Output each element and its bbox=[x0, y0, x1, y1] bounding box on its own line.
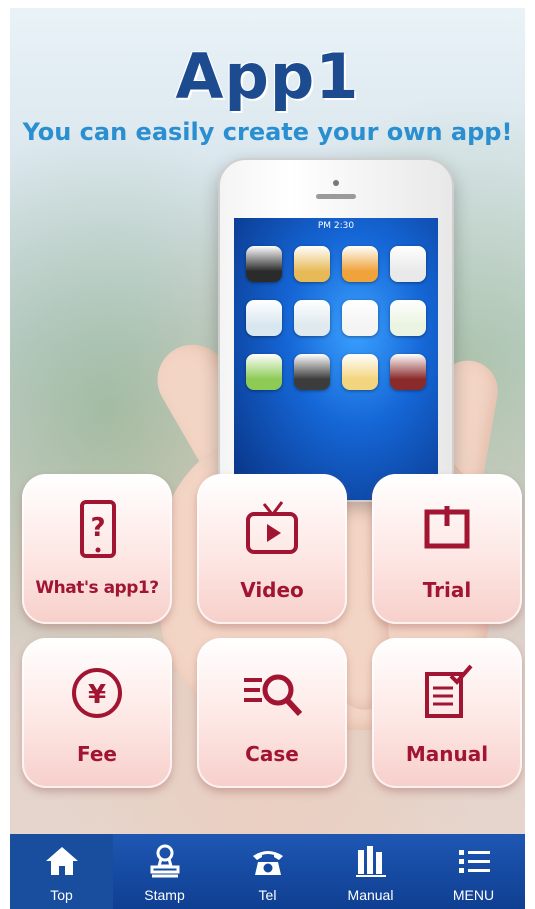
fee-button[interactable]: ¥ Fee bbox=[22, 638, 172, 788]
manual-label: Manual bbox=[405, 742, 489, 766]
tablet-question-icon: ? bbox=[80, 500, 116, 558]
tab-tel-label: Tel bbox=[258, 887, 277, 903]
frame-left bbox=[0, 0, 10, 909]
phone-app-icon bbox=[246, 300, 282, 336]
phone-app-icon bbox=[342, 354, 378, 390]
bottom-tab-bar: Top Stamp Tel Manual MENU bbox=[10, 834, 525, 909]
frame-top bbox=[0, 0, 535, 8]
tab-tel[interactable]: Tel bbox=[216, 834, 319, 909]
trial-button[interactable]: Trial bbox=[372, 474, 522, 624]
trial-box-icon bbox=[424, 506, 470, 549]
tab-top-label: Top bbox=[50, 887, 73, 903]
phone-app-icon bbox=[390, 246, 426, 282]
phone-camera bbox=[333, 180, 339, 186]
phone-status-time: PM 2:30 bbox=[317, 221, 355, 231]
video-label: Video bbox=[240, 578, 304, 602]
tab-manual[interactable]: Manual bbox=[319, 834, 422, 909]
phone-app-icon bbox=[294, 354, 330, 390]
phone-app-icon bbox=[342, 300, 378, 336]
phone-app-icon bbox=[342, 246, 378, 282]
phone-screen: PM 2:30 bbox=[234, 218, 438, 500]
yen-circle-icon: ¥ bbox=[72, 668, 122, 718]
tab-manual-label: Manual bbox=[347, 887, 394, 903]
phone-app-icon bbox=[294, 300, 330, 336]
checklist-icon bbox=[425, 664, 473, 718]
whats-app1-button[interactable]: ? What's app1? bbox=[22, 474, 172, 624]
phone-app-grid bbox=[246, 246, 426, 390]
phone-app-icon bbox=[246, 354, 282, 390]
tab-menu-label: MENU bbox=[452, 887, 495, 903]
home-icon bbox=[45, 847, 78, 875]
tv-play-icon bbox=[246, 501, 298, 554]
phone-icon bbox=[252, 851, 283, 875]
books-icon bbox=[355, 846, 386, 877]
tab-top[interactable]: Top bbox=[10, 834, 113, 909]
tab-stamp-label: Stamp bbox=[144, 887, 185, 903]
trial-label: Trial bbox=[422, 578, 472, 602]
tab-menu[interactable]: MENU bbox=[422, 834, 525, 909]
frame-right bbox=[525, 0, 535, 909]
case-button[interactable]: Case bbox=[197, 638, 347, 788]
svg-text:?: ? bbox=[90, 513, 105, 543]
whats-app1-label: What's app1? bbox=[35, 578, 159, 598]
menu-list-icon bbox=[458, 850, 490, 873]
manual-button[interactable]: Manual bbox=[372, 638, 522, 788]
case-label: Case bbox=[245, 742, 299, 766]
phone-speaker bbox=[316, 194, 356, 199]
fee-label: Fee bbox=[77, 742, 117, 766]
search-list-icon bbox=[244, 674, 302, 717]
phone-app-icon bbox=[246, 246, 282, 282]
svg-text:¥: ¥ bbox=[88, 680, 106, 710]
tab-stamp[interactable]: Stamp bbox=[113, 834, 216, 909]
app-logo: App1 bbox=[175, 40, 360, 113]
phone-illustration: PM 2:30 bbox=[218, 158, 454, 502]
phone-app-icon bbox=[294, 246, 330, 282]
tagline: You can easily create your own app! bbox=[22, 118, 513, 146]
phone-app-icon bbox=[390, 300, 426, 336]
video-button[interactable]: Video bbox=[197, 474, 347, 624]
phone-app-icon bbox=[390, 354, 426, 390]
stamp-icon bbox=[150, 844, 179, 878]
